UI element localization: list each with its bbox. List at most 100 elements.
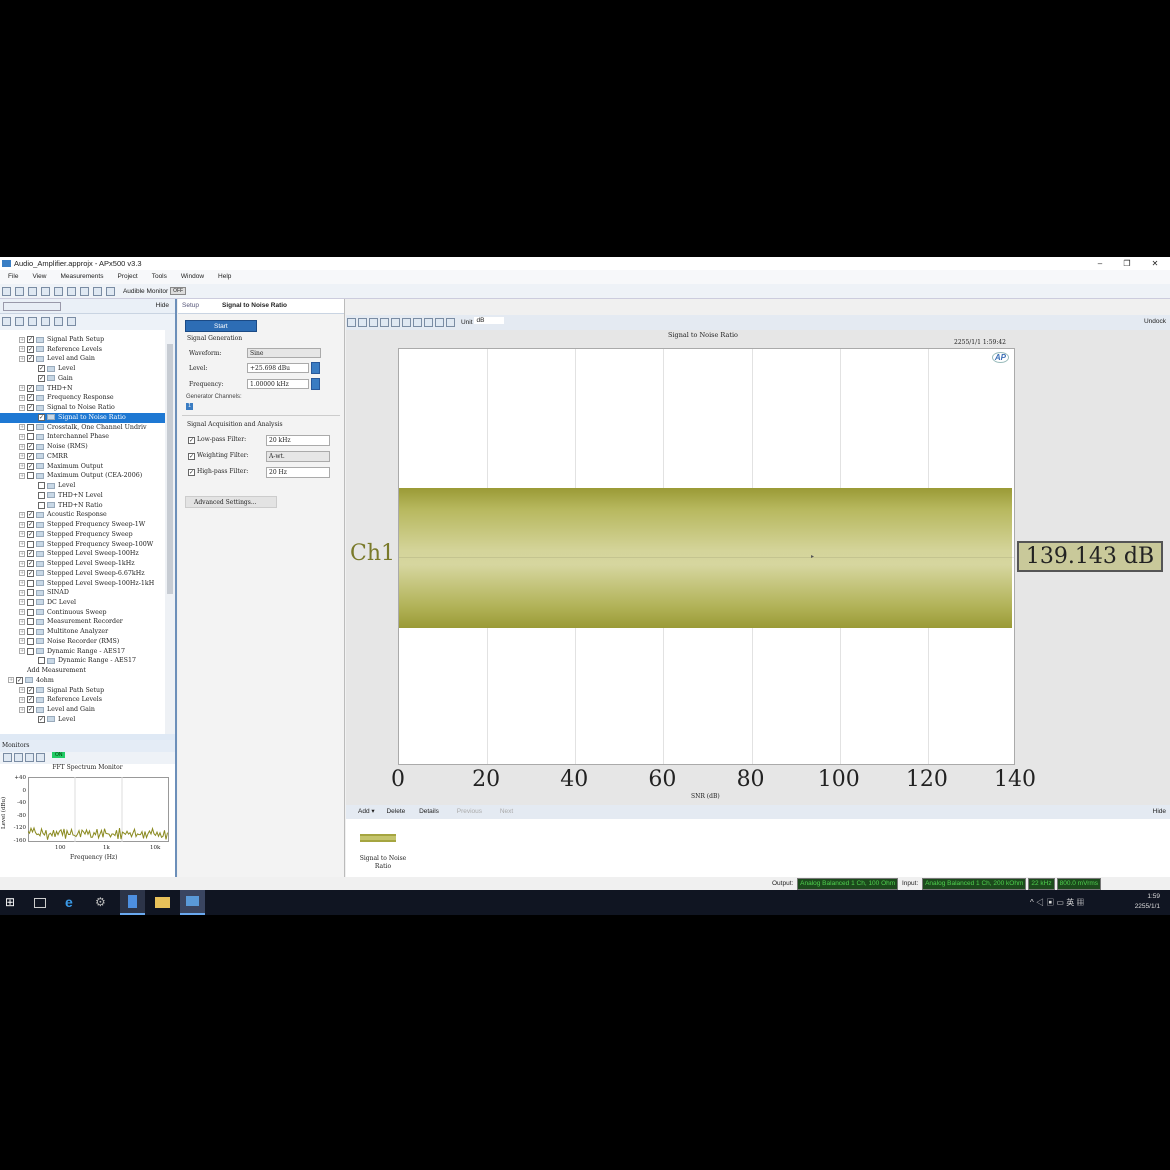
add-signal-path-icon[interactable] xyxy=(2,317,11,326)
tree-item[interactable]: + Stepped Frequency Sweep-100W xyxy=(0,540,165,550)
taskbar-apx500[interactable] xyxy=(180,890,205,915)
input-status[interactable]: Analog Balanced 1 Ch, 200 kOhm xyxy=(922,878,1026,890)
tree-item[interactable]: + SINAD xyxy=(0,588,165,598)
print-icon[interactable] xyxy=(369,318,378,327)
tree-checkbox[interactable] xyxy=(27,589,34,596)
zoom-icon[interactable] xyxy=(380,318,389,327)
level-spinner[interactable] xyxy=(311,362,320,374)
expand-toggle[interactable]: + xyxy=(19,609,25,615)
weighting-select[interactable]: A-wt. xyxy=(266,451,330,462)
menu-window[interactable]: Window xyxy=(181,273,204,280)
taskbar-app-calculator[interactable] xyxy=(120,890,145,915)
tree-scrollbar[interactable] xyxy=(165,330,175,734)
expand-toggle[interactable]: + xyxy=(19,424,25,430)
expand-toggle[interactable]: + xyxy=(19,453,25,459)
unit-select[interactable]: dB xyxy=(474,317,504,324)
tree-item[interactable]: + ✓ Reference Levels xyxy=(0,695,165,705)
tree-item[interactable]: + ✓ Stepped Level Sweep-100Hz xyxy=(0,549,165,559)
tree-item[interactable]: + ✓ Stepped Frequency Sweep xyxy=(0,530,165,540)
graph-type-icon[interactable] xyxy=(424,318,433,327)
axis-icon[interactable] xyxy=(435,318,444,327)
restore-button[interactable]: ❐ xyxy=(1117,257,1137,270)
tree-item[interactable]: + ✓ Signal to Noise Ratio xyxy=(0,403,165,413)
tree-checkbox[interactable] xyxy=(27,472,34,479)
save-graph-icon[interactable] xyxy=(347,318,356,327)
level-input[interactable]: +25.698 dBu xyxy=(247,363,309,373)
tree-checkbox[interactable] xyxy=(27,618,34,625)
tree-item[interactable]: + Continuous Sweep xyxy=(0,608,165,618)
windows-start-icon[interactable]: ⊞ xyxy=(5,894,22,911)
tree-item[interactable]: Dynamic Range - AES17 xyxy=(0,656,165,666)
tree-checkbox[interactable]: ✓ xyxy=(38,365,45,372)
level-status[interactable]: 800.0 mVrms xyxy=(1057,878,1101,890)
expand-toggle[interactable]: + xyxy=(19,541,25,547)
tree-item[interactable]: + ✓ Noise (RMS) xyxy=(0,442,165,452)
tree-checkbox[interactable]: ✓ xyxy=(27,521,34,528)
minimize-button[interactable]: – xyxy=(1090,257,1110,270)
tree-checkbox[interactable]: ✓ xyxy=(27,687,34,694)
lowpass-input[interactable]: 20 kHz xyxy=(266,435,330,446)
expand-toggle[interactable]: + xyxy=(19,512,25,518)
paste-icon[interactable] xyxy=(54,317,63,326)
properties-icon[interactable] xyxy=(67,317,76,326)
save-icon[interactable] xyxy=(28,287,37,296)
tree-checkbox[interactable]: ✓ xyxy=(27,531,34,538)
tree-item[interactable]: + ✓ Reference Levels xyxy=(0,345,165,355)
tree-checkbox[interactable]: ✓ xyxy=(27,560,34,567)
tree-item[interactable]: Add Measurement xyxy=(0,666,165,676)
clock-date[interactable]: 2255/1/1 xyxy=(1124,902,1160,912)
output-status[interactable]: Analog Balanced 1 Ch, 100 Ohm xyxy=(797,878,898,890)
thumbnail-snr[interactable]: Signal to Noise Ratio xyxy=(354,823,412,875)
expand-toggle[interactable]: + xyxy=(19,648,25,654)
tree-item[interactable]: + ✓ Stepped Level Sweep-6.67kHz xyxy=(0,569,165,579)
expand-toggle[interactable]: + xyxy=(19,687,25,693)
ime-indicator[interactable]: 英 xyxy=(1066,898,1074,907)
tree-item[interactable]: + ✓ Stepped Frequency Sweep-1W xyxy=(0,520,165,530)
tree-item[interactable]: + ✓ 4ohm xyxy=(0,676,165,686)
tree-checkbox[interactable] xyxy=(27,433,34,440)
expand-toggle[interactable]: + xyxy=(19,590,25,596)
menu-tools[interactable]: Tools xyxy=(152,273,167,280)
expand-toggle[interactable]: + xyxy=(19,580,25,586)
expand-toggle[interactable]: + xyxy=(19,707,25,713)
tree-checkbox[interactable]: ✓ xyxy=(27,394,34,401)
setup-tab[interactable]: Setup xyxy=(182,302,199,309)
expand-toggle[interactable]: + xyxy=(19,619,25,625)
generator-channel-1[interactable]: 1 xyxy=(186,403,193,410)
monitor-scope-icon[interactable] xyxy=(3,753,12,762)
tree-checkbox[interactable]: ✓ xyxy=(27,550,34,557)
settings-gear-icon[interactable]: ⚙ xyxy=(95,894,112,911)
tree-checkbox[interactable]: ✓ xyxy=(38,414,45,421)
hide-navigator-button[interactable]: Hide xyxy=(156,302,169,309)
menu-help[interactable]: Help xyxy=(218,273,231,280)
report-icon[interactable] xyxy=(67,287,76,296)
tree-checkbox[interactable]: ✓ xyxy=(27,404,34,411)
file-explorer-icon[interactable] xyxy=(155,897,170,908)
expand-toggle[interactable]: + xyxy=(19,463,25,469)
tree-checkbox[interactable]: ✓ xyxy=(27,443,34,450)
open-icon[interactable] xyxy=(15,287,24,296)
layout-icon[interactable] xyxy=(413,318,422,327)
tree-checkbox[interactable]: ✓ xyxy=(27,336,34,343)
tree-checkbox[interactable]: ✓ xyxy=(16,677,23,684)
tree-item[interactable]: ✓ Signal to Noise Ratio xyxy=(0,413,165,423)
tree-checkbox[interactable] xyxy=(27,424,34,431)
expand-toggle[interactable]: + xyxy=(19,551,25,557)
expand-toggle[interactable]: + xyxy=(19,531,25,537)
tree-item[interactable]: + Maximum Output (CEA-2006) xyxy=(0,471,165,481)
frequency-input[interactable]: 1.00000 kHz xyxy=(247,379,309,389)
tree-checkbox[interactable]: ✓ xyxy=(38,375,45,382)
monitor-meter-icon[interactable] xyxy=(25,753,34,762)
monitor-on-toggle[interactable]: ON xyxy=(52,752,66,758)
tree-item[interactable]: + Stepped Level Sweep-100Hz-1kH xyxy=(0,579,165,589)
copy-graph-icon[interactable] xyxy=(358,318,367,327)
expand-toggle[interactable]: + xyxy=(19,561,25,567)
navigator-slider[interactable] xyxy=(3,302,61,311)
expand-toggle[interactable]: + xyxy=(19,599,25,605)
expand-toggle[interactable]: + xyxy=(19,385,25,391)
tree-item[interactable]: ✓ Gain xyxy=(0,374,165,384)
tree-checkbox[interactable] xyxy=(38,492,45,499)
tree-checkbox[interactable]: ✓ xyxy=(27,463,34,470)
tree-checkbox[interactable]: ✓ xyxy=(27,355,34,362)
tree-item[interactable]: + Multitone Analyzer xyxy=(0,627,165,637)
